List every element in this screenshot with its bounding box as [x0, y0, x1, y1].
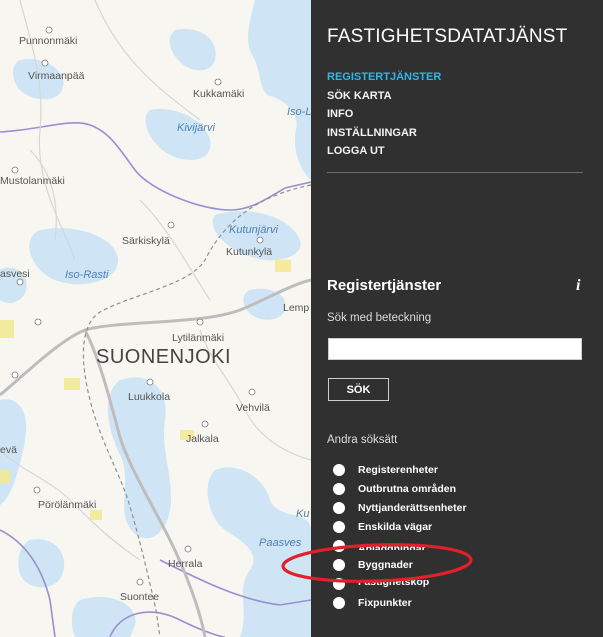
map-view[interactable]: Punnonmäki Virmaanpää Kukkamäki Mustolan… [0, 0, 311, 637]
main-nav: REGISTERTJÄNSTER SÖK KARTA INFO INSTÄLLN… [327, 68, 441, 161]
map-water-label: Paasves [259, 537, 302, 549]
map-place-label: Jalkala [186, 433, 219, 445]
radio-button[interactable] [333, 520, 345, 533]
map-place-label: asvesi [0, 268, 30, 280]
option-byggnader[interactable]: Byggnader [333, 555, 467, 574]
nav-item-installningar[interactable]: INSTÄLLNINGAR [327, 124, 441, 143]
radio-button[interactable] [333, 577, 345, 590]
search-input[interactable] [328, 338, 582, 360]
option-registerenheter[interactable]: Registerenheter [333, 460, 467, 479]
map-place-label: Virmaanpää [28, 70, 85, 82]
map-place-label: Pörölänmäki [38, 499, 97, 511]
option-label: Anläggningar [358, 543, 426, 550]
nav-item-sok-karta[interactable]: SÖK KARTA [327, 87, 441, 106]
option-enskilda-vagar[interactable]: Enskilda vägar [333, 517, 467, 536]
radio-button[interactable] [333, 482, 345, 495]
map-water-label: Kutunjärvi [229, 224, 278, 236]
option-fastighetskop[interactable]: Fastighetsköp [333, 574, 467, 593]
radio-button[interactable] [333, 463, 345, 476]
map-place-label: Lemp [283, 302, 310, 314]
map-place-label: Kukkamäki [193, 88, 245, 100]
map-place-label: Suontee [120, 591, 160, 603]
map-town-label: SUONENJOKI [96, 346, 232, 368]
option-label: Registerenheter [358, 463, 438, 476]
nav-divider [327, 172, 583, 173]
option-label: Nyttjanderättsenheter [358, 501, 467, 514]
option-fixpunkter[interactable]: Fixpunkter [333, 593, 467, 612]
info-icon[interactable]: i [576, 277, 580, 295]
option-label: Enskilda vägar [358, 520, 433, 533]
map-water-label: Iso-La [287, 106, 311, 118]
section-title: Registertjänster [327, 277, 442, 294]
search-label: Sök med beteckning [327, 312, 432, 324]
radio-button[interactable] [333, 539, 345, 552]
map-place-label: Herrala [168, 558, 203, 570]
map-water-label: Ku [296, 508, 310, 520]
option-nyttjanderattsenheter[interactable]: Nyttjanderättsenheter [333, 498, 467, 517]
radio-button[interactable] [333, 501, 345, 514]
app-title: FASTIGHETSDATATJÄNST [327, 26, 568, 47]
nav-item-registertjanster[interactable]: REGISTERTJÄNSTER [327, 68, 441, 87]
nav-item-info[interactable]: INFO [327, 105, 441, 124]
option-anlaggningar[interactable]: Anläggningar [333, 536, 467, 555]
map-water-label: Kivijärvi [177, 122, 215, 134]
map-place-label: Mustolanmäki [0, 175, 65, 187]
map-place-label: Lytilänmäki [172, 332, 225, 344]
option-label: Fastighetsköp [358, 580, 430, 587]
radio-button[interactable] [333, 596, 345, 609]
search-button[interactable]: SÖK [328, 378, 389, 401]
map-place-label: Särkiskylä [122, 235, 170, 247]
search-options: Registerenheter Outbrutna områden Nyttja… [333, 460, 467, 612]
map-place-label: Punnonmäki [19, 35, 78, 47]
side-panel: FASTIGHETSDATATJÄNST REGISTERTJÄNSTER SÖ… [311, 0, 603, 637]
map-place-label: evä [0, 444, 17, 456]
option-outbrutna-omraden[interactable]: Outbrutna områden [333, 479, 467, 498]
map-place-label: Luukkola [128, 391, 171, 403]
option-label: Byggnader [358, 558, 413, 571]
alt-search-label: Andra söksätt [327, 434, 398, 446]
map-place-label: Vehvilä [236, 402, 270, 414]
map-water-label: Iso-Rasti [65, 269, 109, 281]
nav-item-logga-ut[interactable]: LOGGA UT [327, 142, 441, 161]
option-label: Fixpunkter [358, 596, 412, 609]
radio-button[interactable] [333, 558, 345, 571]
option-label: Outbrutna områden [358, 482, 457, 495]
map-place-label: Kutunkylä [226, 246, 273, 258]
